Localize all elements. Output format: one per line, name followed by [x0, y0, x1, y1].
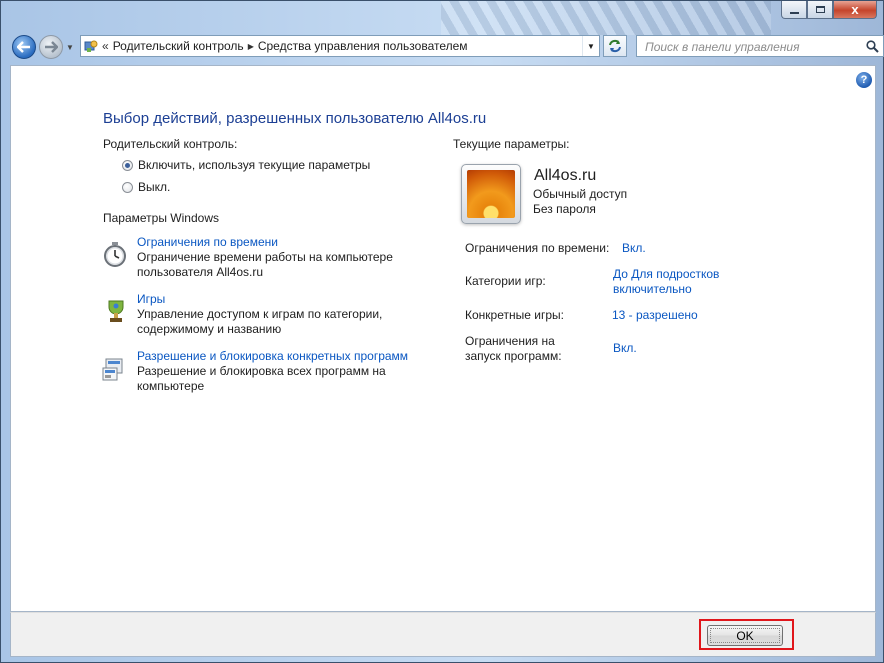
close-button[interactable]: x: [833, 1, 877, 19]
programs-icon: [102, 358, 123, 381]
time-limits-value[interactable]: Вкл.: [622, 241, 646, 256]
breadcrumb-overflow-icon[interactable]: «: [102, 39, 109, 53]
user-picture: [467, 170, 515, 218]
arrow-right-icon: [45, 41, 58, 53]
address-dropdown[interactable]: ▼: [582, 36, 599, 56]
specific-games-value[interactable]: 13 - разрешено: [612, 308, 698, 323]
user-avatar: [461, 164, 521, 224]
breadcrumb-user-controls[interactable]: Средства управления пользователем: [258, 39, 468, 53]
minimize-icon: [789, 11, 799, 14]
game-ratings-key: Категории игр:: [465, 274, 546, 288]
time-limits-link[interactable]: Ограничения по времени: [137, 235, 278, 249]
search-box[interactable]: [636, 35, 884, 57]
breadcrumb-separator-icon[interactable]: ▶: [248, 42, 254, 51]
games-description: Управление доступом к играм по категории…: [137, 307, 383, 336]
title-bar-decoration: [441, 1, 771, 35]
recent-pages-dropdown[interactable]: ▼: [66, 43, 74, 52]
breadcrumb-parental-control[interactable]: Родительский контроль: [113, 39, 244, 53]
maximize-button[interactable]: [807, 1, 833, 19]
games-trophy-icon: [108, 300, 124, 322]
radio-disable[interactable]: [122, 182, 133, 193]
games-link[interactable]: Игры: [137, 292, 165, 306]
arrow-left-icon: [17, 41, 30, 53]
current-settings-label: Текущие параметры:: [453, 137, 570, 151]
page-title: Выбор действий, разрешенных пользователю…: [103, 110, 487, 127]
content-area: ? Выбор действий, разрешенных пользовате…: [10, 65, 876, 612]
account-type: Обычный доступ: [533, 187, 628, 201]
window: x ▼ « Родительский контроль ▶ Средства у…: [0, 0, 884, 663]
help-icon[interactable]: ?: [856, 72, 872, 88]
back-button[interactable]: [12, 35, 36, 59]
search-button[interactable]: [863, 38, 881, 54]
footer-bar: OK: [10, 612, 876, 657]
caption-buttons: x: [781, 1, 877, 19]
radio-disable-label[interactable]: Выкл.: [138, 180, 170, 194]
password-status: Без пароля: [533, 202, 596, 216]
refresh-button[interactable]: [603, 35, 627, 57]
specific-games-key: Конкретные игры:: [465, 308, 564, 322]
address-bar[interactable]: « Родительский контроль ▶ Средства управ…: [80, 35, 600, 57]
programs-link[interactable]: Разрешение и блокировка конкретных прогр…: [137, 349, 408, 363]
maximize-icon: [815, 6, 825, 13]
programs-description: Разрешение и блокировка всех программ на…: [137, 364, 386, 393]
game-ratings-value[interactable]: До Для подростков включительно: [613, 267, 733, 297]
navigation-bar: ▼ « Родительский контроль ▶ Средства упр…: [9, 34, 884, 60]
forward-button[interactable]: [39, 35, 63, 59]
radio-enable-label[interactable]: Включить, используя текущие параметры: [138, 158, 370, 172]
radio-enable[interactable]: [122, 160, 133, 171]
time-limits-description: Ограничение времени работы на компьютере…: [137, 250, 393, 279]
parental-control-label: Родительский контроль:: [103, 137, 238, 151]
windows-settings-label: Параметры Windows: [103, 211, 219, 225]
control-panel-icon: [84, 40, 98, 52]
user-name: All4os.ru: [534, 167, 597, 184]
ok-button[interactable]: OK: [707, 625, 783, 646]
program-limits-key: Ограничения на запуск программ:: [465, 334, 562, 363]
search-input[interactable]: [643, 37, 857, 57]
close-icon: x: [851, 2, 859, 17]
clock-icon: [104, 242, 126, 267]
minimize-button[interactable]: [781, 1, 807, 19]
program-limits-value[interactable]: Вкл.: [613, 341, 637, 356]
refresh-icon: [609, 39, 621, 53]
search-icon: [865, 39, 879, 53]
time-limits-key: Ограничения по времени:: [465, 241, 610, 255]
